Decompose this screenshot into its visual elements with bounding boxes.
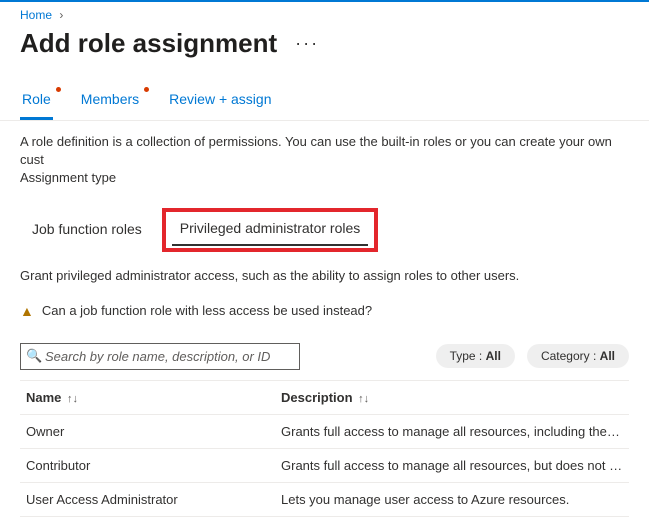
- column-header-desc-label: Description: [281, 390, 353, 405]
- required-dot-icon: [56, 87, 61, 92]
- table-row[interactable]: Contributor Grants full access to manage…: [20, 449, 629, 483]
- column-header-name-label: Name: [26, 390, 61, 405]
- tab-role[interactable]: Role: [20, 83, 53, 120]
- sort-icon: ↑↓: [358, 393, 369, 405]
- search-wrap: 🔍: [20, 343, 300, 370]
- search-input[interactable]: [20, 343, 300, 370]
- required-dot-icon: [144, 87, 149, 92]
- subtab-privileged-admin-roles[interactable]: Privileged administrator roles: [172, 214, 369, 246]
- search-icon: 🔍: [26, 348, 42, 364]
- breadcrumb-home[interactable]: Home: [20, 8, 52, 22]
- warning-text: Can a job function role with less access…: [42, 303, 372, 318]
- tab-members[interactable]: Members: [79, 83, 141, 120]
- subtab-job-function-roles[interactable]: Job function roles: [20, 213, 154, 247]
- role-type-tabs: Job function roles Privileged administra…: [0, 194, 649, 252]
- warning-icon: ▲: [20, 303, 34, 319]
- filter-type-label: Type :: [450, 349, 486, 363]
- table-row[interactable]: User Access Administrator Lets you manag…: [20, 483, 629, 517]
- cell-name: Owner: [20, 415, 275, 448]
- role-desc-line2: Assignment type: [20, 169, 629, 187]
- more-actions-button[interactable]: ···: [295, 33, 319, 54]
- grant-description: Grant privileged administrator access, s…: [0, 252, 649, 293]
- table-row[interactable]: Owner Grants full access to manage all r…: [20, 415, 629, 449]
- warning-row: ▲ Can a job function role with less acce…: [0, 293, 649, 335]
- filter-type-value: All: [486, 349, 501, 363]
- cell-desc: Grants full access to manage all resourc…: [275, 449, 629, 482]
- tab-role-label: Role: [22, 91, 51, 107]
- sort-icon: ↑↓: [67, 393, 78, 405]
- breadcrumb: Home ›: [0, 2, 649, 24]
- chevron-right-icon: ›: [59, 8, 63, 22]
- highlight-annotation: Privileged administrator roles: [162, 208, 379, 252]
- filter-category-label: Category :: [541, 349, 600, 363]
- column-header-name[interactable]: Name ↑↓: [20, 381, 275, 414]
- column-header-description[interactable]: Description ↑↓: [275, 381, 629, 414]
- tab-review-assign[interactable]: Review + assign: [167, 83, 273, 120]
- role-desc-line1: A role definition is a collection of per…: [20, 133, 629, 169]
- cell-desc: Grants full access to manage all resourc…: [275, 415, 629, 448]
- cell-desc: Lets you manage user access to Azure res…: [275, 483, 629, 516]
- roles-table: Name ↑↓ Description ↑↓ Owner Grants full…: [0, 380, 649, 517]
- page-title: Add role assignment: [20, 28, 277, 59]
- filter-category-value: All: [600, 349, 615, 363]
- page-title-row: Add role assignment ···: [0, 24, 649, 83]
- filter-category-pill[interactable]: Category : All: [527, 344, 629, 368]
- filter-type-pill[interactable]: Type : All: [436, 344, 515, 368]
- tab-review-label: Review + assign: [169, 91, 271, 107]
- cell-name: User Access Administrator: [20, 483, 275, 516]
- controls-row: 🔍 Type : All Category : All: [0, 335, 649, 380]
- role-description: A role definition is a collection of per…: [0, 121, 649, 194]
- tab-members-label: Members: [81, 91, 139, 107]
- main-tabs: Role Members Review + assign: [0, 83, 649, 121]
- cell-name: Contributor: [20, 449, 275, 482]
- table-header-row: Name ↑↓ Description ↑↓: [20, 380, 629, 415]
